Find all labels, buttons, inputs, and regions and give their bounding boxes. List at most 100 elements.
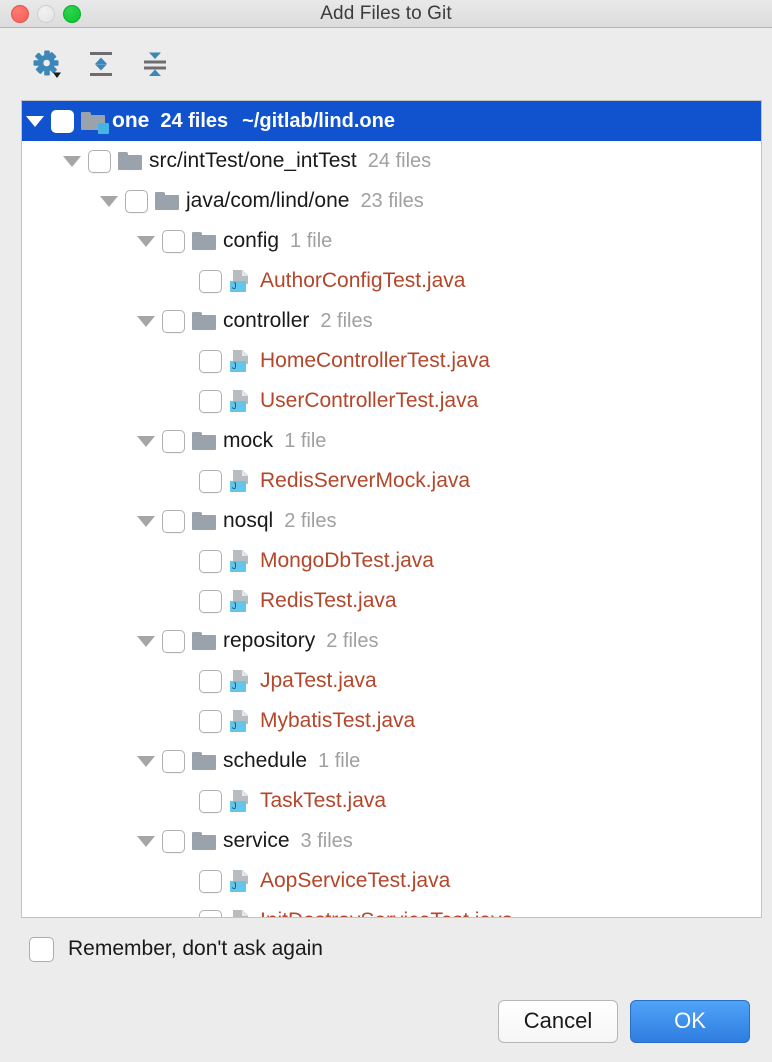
tree-row-checkbox[interactable] bbox=[159, 630, 187, 653]
java-badge: J bbox=[230, 881, 246, 892]
add-files-to-git-dialog: Add Files to Git bbox=[0, 0, 772, 1062]
remember-checkbox[interactable] bbox=[29, 937, 54, 962]
folder-icon bbox=[187, 232, 221, 250]
expand-all-button[interactable] bbox=[85, 48, 117, 80]
folder-glyph bbox=[192, 752, 216, 770]
tree-row[interactable]: src/intTest/one_intTest24 files bbox=[22, 141, 761, 181]
ok-button[interactable]: OK bbox=[630, 1000, 750, 1043]
tree-row-checkbox[interactable] bbox=[196, 550, 224, 573]
tree-row[interactable]: JHomeControllerTest.java bbox=[22, 341, 761, 381]
file-tree-panel[interactable]: one24 files~/gitlab/lind.onesrc/intTest/… bbox=[21, 100, 762, 918]
tree-row-checkbox[interactable] bbox=[85, 150, 113, 173]
tree-row-checkbox[interactable] bbox=[196, 270, 224, 293]
tree-row[interactable]: JRedisServerMock.java bbox=[22, 461, 761, 501]
java-badge: J bbox=[230, 681, 246, 692]
chevron-down-icon[interactable] bbox=[133, 636, 159, 647]
file-fold-shape bbox=[242, 350, 248, 356]
caret-glyph bbox=[137, 836, 155, 847]
checkbox-box bbox=[199, 470, 222, 493]
java-file-glyph: J bbox=[230, 470, 252, 492]
chevron-down-icon[interactable] bbox=[133, 756, 159, 767]
folder-glyph bbox=[192, 232, 216, 250]
tree-row-checkbox[interactable] bbox=[196, 710, 224, 733]
java-file-icon: J bbox=[224, 790, 258, 812]
tree-row-checkbox[interactable] bbox=[196, 590, 224, 613]
tree-row-checkbox[interactable] bbox=[196, 870, 224, 893]
settings-gear-button[interactable] bbox=[31, 48, 63, 80]
checkbox-box bbox=[51, 110, 74, 133]
java-file-glyph: J bbox=[230, 350, 252, 372]
tree-row[interactable]: java/com/lind/one23 files bbox=[22, 181, 761, 221]
minimize-window-button[interactable] bbox=[37, 5, 55, 23]
caret-glyph bbox=[63, 156, 81, 167]
tree-row[interactable]: mock1 file bbox=[22, 421, 761, 461]
tree-row-checkbox[interactable] bbox=[196, 910, 224, 919]
tree-row-checkbox[interactable] bbox=[196, 470, 224, 493]
tree-row-checkbox[interactable] bbox=[196, 790, 224, 813]
tree-row[interactable]: JTaskTest.java bbox=[22, 781, 761, 821]
checkbox-box bbox=[199, 390, 222, 413]
folder-body bbox=[192, 235, 216, 250]
caret-glyph bbox=[26, 116, 44, 127]
folder-name-label: service bbox=[221, 829, 290, 853]
folder-body bbox=[118, 155, 142, 170]
java-file-icon: J bbox=[224, 470, 258, 492]
chevron-down-icon[interactable] bbox=[96, 196, 122, 207]
tree-row[interactable]: J UserControllerTest.java bbox=[22, 381, 761, 421]
tree-row[interactable]: JAopServiceTest.java bbox=[22, 861, 761, 901]
caret-glyph bbox=[100, 196, 118, 207]
checkbox-box bbox=[199, 870, 222, 893]
folder-name-label: src/intTest/one_intTest bbox=[147, 149, 357, 173]
java-file-icon: J bbox=[224, 350, 258, 372]
tree-row-checkbox[interactable] bbox=[159, 830, 187, 853]
cancel-button[interactable]: Cancel bbox=[498, 1000, 618, 1043]
tree-row[interactable]: JMongoDbTest.java bbox=[22, 541, 761, 581]
tree-row[interactable]: JRedisTest.java bbox=[22, 581, 761, 621]
tree-row-checkbox[interactable] bbox=[159, 750, 187, 773]
tree-row[interactable]: schedule1 file bbox=[22, 741, 761, 781]
java-file-glyph: J bbox=[230, 270, 252, 292]
zoom-window-button[interactable] bbox=[63, 5, 81, 23]
tree-row-checkbox[interactable] bbox=[48, 110, 76, 133]
tree-row[interactable]: nosql2 files bbox=[22, 501, 761, 541]
chevron-down-icon[interactable] bbox=[133, 316, 159, 327]
tree-row-checkbox[interactable] bbox=[159, 430, 187, 453]
chevron-down-icon[interactable] bbox=[59, 156, 85, 167]
chevron-down-icon[interactable] bbox=[133, 516, 159, 527]
folder-body bbox=[192, 315, 216, 330]
tree-row[interactable]: service3 files bbox=[22, 821, 761, 861]
tree-row[interactable]: controller2 files bbox=[22, 301, 761, 341]
chevron-down-icon[interactable] bbox=[22, 116, 48, 127]
remember-row[interactable]: Remember, don't ask again bbox=[0, 918, 772, 980]
java-file-icon: J bbox=[224, 550, 258, 572]
chevron-down-icon[interactable] bbox=[133, 236, 159, 247]
chevron-down-icon[interactable] bbox=[133, 836, 159, 847]
tree-row[interactable]: JMybatisTest.java bbox=[22, 701, 761, 741]
folder-glyph bbox=[192, 432, 216, 450]
checkbox-box bbox=[199, 350, 222, 373]
tree-row[interactable]: JAuthorConfigTest.java bbox=[22, 261, 761, 301]
file-count-label: 3 files bbox=[290, 830, 353, 853]
tree-row-checkbox[interactable] bbox=[122, 190, 150, 213]
folder-name-label: mock bbox=[221, 429, 273, 453]
tree-row[interactable]: JJpaTest.java bbox=[22, 661, 761, 701]
java-badge: J bbox=[230, 401, 246, 412]
tree-row-checkbox[interactable] bbox=[196, 390, 224, 413]
close-window-button[interactable] bbox=[11, 5, 29, 23]
checkbox-box bbox=[88, 150, 111, 173]
tree-row-checkbox[interactable] bbox=[159, 310, 187, 333]
file-count-label: 2 files bbox=[309, 310, 372, 333]
tree-row[interactable]: repository2 files bbox=[22, 621, 761, 661]
tree-row-checkbox[interactable] bbox=[159, 510, 187, 533]
file-name-label: UserControllerTest.java bbox=[258, 389, 478, 413]
tree-row[interactable]: one24 files~/gitlab/lind.one bbox=[22, 101, 761, 141]
tree-row-checkbox[interactable] bbox=[196, 670, 224, 693]
collapse-all-button[interactable] bbox=[139, 48, 171, 80]
tree-row-checkbox[interactable] bbox=[159, 230, 187, 253]
tree-row[interactable]: JInitDestroyServiceTest.java bbox=[22, 901, 761, 918]
folder-icon bbox=[187, 632, 221, 650]
tree-row-checkbox[interactable] bbox=[196, 350, 224, 373]
chevron-down-icon[interactable] bbox=[133, 436, 159, 447]
folder-body bbox=[192, 755, 216, 770]
tree-row[interactable]: config1 file bbox=[22, 221, 761, 261]
